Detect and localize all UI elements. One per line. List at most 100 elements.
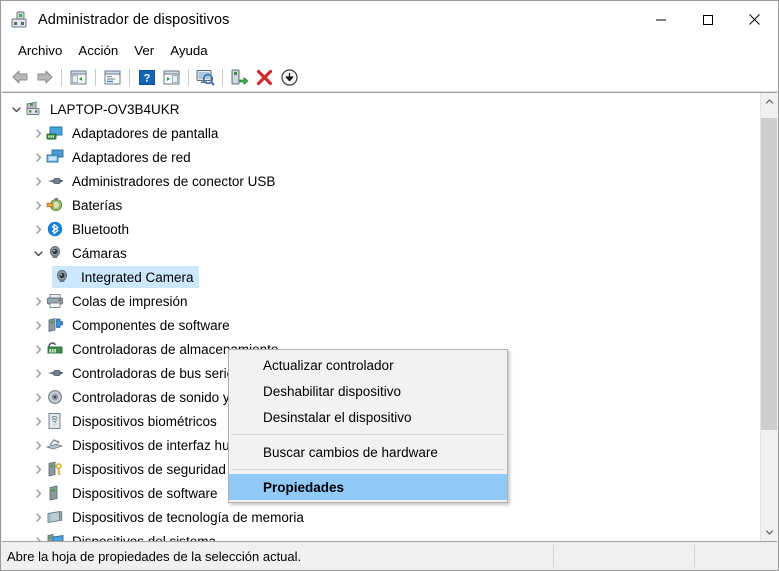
window-title: Administrador de dispositivos: [38, 11, 230, 28]
menu-archivo[interactable]: Archivo: [10, 41, 70, 61]
chevron-right-icon[interactable]: [30, 433, 46, 457]
toolbar-separator: [61, 68, 62, 86]
memory-technology-icon: [46, 508, 64, 526]
status-message: Abre la hoja de propiedades de la selecc…: [7, 548, 302, 564]
ctx-properties[interactable]: Propiedades: [229, 474, 507, 500]
chevron-right-icon[interactable]: [30, 337, 46, 361]
tree-item-bluetooth[interactable]: Bluetooth: [2, 217, 760, 241]
chevron-right-icon[interactable]: [30, 529, 46, 541]
chevron-right-icon[interactable]: [30, 289, 46, 313]
tree-item-label: LAPTOP-OV3B4UKR: [50, 101, 180, 117]
tree-item-batteries[interactable]: Baterías: [2, 193, 760, 217]
chevron-right-icon[interactable]: [30, 217, 46, 241]
display-adapter-icon: [46, 124, 64, 142]
scroll-up-button[interactable]: [761, 93, 777, 110]
software-component-icon: [46, 316, 64, 334]
tree-item-label: Bluetooth: [72, 221, 130, 237]
biometric-icon: [46, 412, 64, 430]
tree-item-label: Adaptadores de pantalla: [72, 125, 219, 141]
chevron-right-icon[interactable]: [30, 385, 46, 409]
chevron-right-icon[interactable]: [30, 169, 46, 193]
ctx-update-driver[interactable]: Actualizar controlador: [229, 352, 507, 378]
software-device-icon: [46, 484, 64, 502]
tree-item-label: Baterías: [72, 197, 123, 213]
close-button[interactable]: [731, 1, 778, 38]
tree-item-usb-connector-managers[interactable]: Administradores de conector USB: [2, 169, 760, 193]
hid-icon: [45, 436, 64, 454]
chevron-right-icon[interactable]: [30, 193, 46, 217]
tree-item-integrated-camera[interactable]: Integrated Camera: [2, 265, 760, 289]
menu-accion[interactable]: Acción: [70, 41, 126, 61]
help-icon[interactable]: ?: [134, 65, 159, 89]
tree-item-label: Dispositivos de tecnología de memoria: [72, 509, 304, 525]
tree-item-software-components[interactable]: Componentes de software: [2, 313, 760, 337]
minimize-button[interactable]: [637, 1, 684, 38]
tree-item-label: Dispositivos del sistema: [72, 533, 217, 542]
tree-item-label: Componentes de software: [72, 317, 230, 333]
system-device-icon: [46, 532, 64, 541]
chevron-down-icon[interactable]: [30, 241, 46, 265]
tree-item-network-adapters[interactable]: Adaptadores de red: [2, 145, 760, 169]
tree-item-label: Dispositivos de software: [72, 485, 218, 501]
chevron-right-icon[interactable]: [30, 313, 46, 337]
forward-icon[interactable]: [32, 65, 57, 89]
tree-item-cameras[interactable]: Cámaras: [2, 241, 760, 265]
scrollbar-thumb[interactable]: [761, 118, 777, 430]
toolbar-separator: [222, 68, 223, 86]
back-icon[interactable]: [7, 65, 32, 89]
status-divider: [694, 545, 695, 567]
context-menu-separator: [231, 469, 505, 470]
menu-ver[interactable]: Ver: [126, 41, 162, 61]
update-driver-icon[interactable]: [227, 65, 252, 89]
window-controls: [637, 1, 778, 38]
chevron-right-icon[interactable]: [30, 121, 46, 145]
maximize-button[interactable]: [684, 1, 731, 38]
tree-item-display-adapters[interactable]: Adaptadores de pantalla: [2, 121, 760, 145]
chevron-right-icon[interactable]: [30, 145, 46, 169]
tree-item-print-queues[interactable]: Colas de impresión: [2, 289, 760, 313]
storage-controller-icon: [46, 340, 64, 358]
chevron-right-icon[interactable]: [30, 409, 46, 433]
chevron-down-icon[interactable]: [8, 97, 24, 121]
toolbar-separator: [188, 68, 189, 86]
show-hide-action-pane-icon[interactable]: [159, 65, 184, 89]
tree-item-label: Administradores de conector USB: [72, 173, 276, 189]
camera-icon: [46, 244, 64, 262]
tree-item-label: Dispositivos biométricos: [72, 413, 217, 429]
menu-ayuda[interactable]: Ayuda: [162, 41, 215, 61]
device-manager-icon: [11, 11, 29, 29]
device-manager-window: Administrador de dispositivos Archivo Ac…: [0, 0, 779, 571]
security-device-icon: [46, 460, 64, 478]
chevron-right-icon[interactable]: [30, 505, 46, 529]
chevron-right-icon[interactable]: [30, 457, 46, 481]
status-bar: Abre la hoja de propiedades de la selecc…: [1, 542, 778, 570]
vertical-scrollbar[interactable]: [760, 93, 777, 541]
usb-connector-icon: [46, 172, 64, 190]
svg-text:?: ?: [143, 72, 150, 84]
show-hide-console-tree-icon[interactable]: [66, 65, 91, 89]
tree-item-system-devices[interactable]: Dispositivos del sistema: [2, 529, 760, 541]
tree-panel: LAPTOP-OV3B4UKR Adaptadores de pantalla …: [2, 92, 777, 542]
toolbar: ?: [1, 63, 778, 92]
tree-item-root[interactable]: LAPTOP-OV3B4UKR: [2, 97, 760, 121]
title-bar: Administrador de dispositivos: [1, 1, 778, 38]
ctx-disable-device[interactable]: Deshabilitar dispositivo: [229, 378, 507, 404]
scroll-down-button[interactable]: [761, 524, 777, 541]
battery-icon: [46, 196, 64, 214]
chevron-right-icon[interactable]: [30, 481, 46, 505]
camera-icon: [53, 268, 71, 286]
menu-bar: Archivo Acción Ver Ayuda: [1, 38, 778, 63]
tree-item-label: Dispositivos de seguridad: [72, 461, 226, 477]
context-menu[interactable]: Actualizar controlador Deshabilitar disp…: [228, 349, 508, 503]
chevron-right-icon[interactable]: [30, 361, 46, 385]
selection-highlight: Integrated Camera: [52, 266, 199, 288]
status-divider: [553, 545, 554, 567]
tree-item-memory-technology-devices[interactable]: Dispositivos de tecnología de memoria: [2, 505, 760, 529]
ctx-uninstall-device[interactable]: Desinstalar el dispositivo: [229, 404, 507, 430]
bluetooth-icon: [46, 220, 64, 238]
properties-icon[interactable]: [100, 65, 125, 89]
uninstall-device-icon[interactable]: [252, 65, 277, 89]
ctx-scan-hardware-changes[interactable]: Buscar cambios de hardware: [229, 439, 507, 465]
scan-hardware-changes-icon[interactable]: [193, 65, 218, 89]
disable-device-icon[interactable]: [277, 65, 302, 89]
